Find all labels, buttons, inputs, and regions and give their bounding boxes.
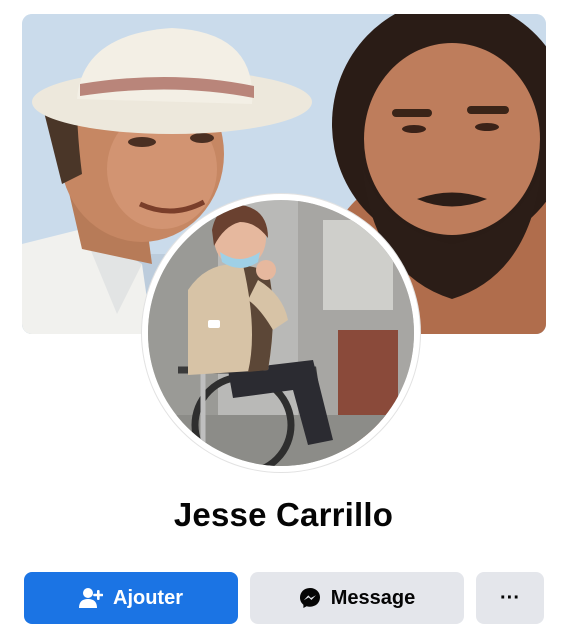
avatar[interactable] <box>142 194 420 472</box>
avatar-image <box>148 200 414 466</box>
message-button[interactable]: Message <box>250 572 464 624</box>
profile-name: Jesse Carrillo <box>173 496 394 533</box>
more-button[interactable]: ··· <box>476 572 544 624</box>
profile-page: Jesse Carrillo Ajouter Message ··· <box>0 0 567 643</box>
add-friend-icon <box>79 587 103 609</box>
add-friend-button[interactable]: Ajouter <box>24 572 238 624</box>
add-friend-label: Ajouter <box>113 586 183 609</box>
more-icon: ··· <box>500 586 520 609</box>
message-label: Message <box>330 586 416 609</box>
messenger-icon <box>299 587 321 609</box>
